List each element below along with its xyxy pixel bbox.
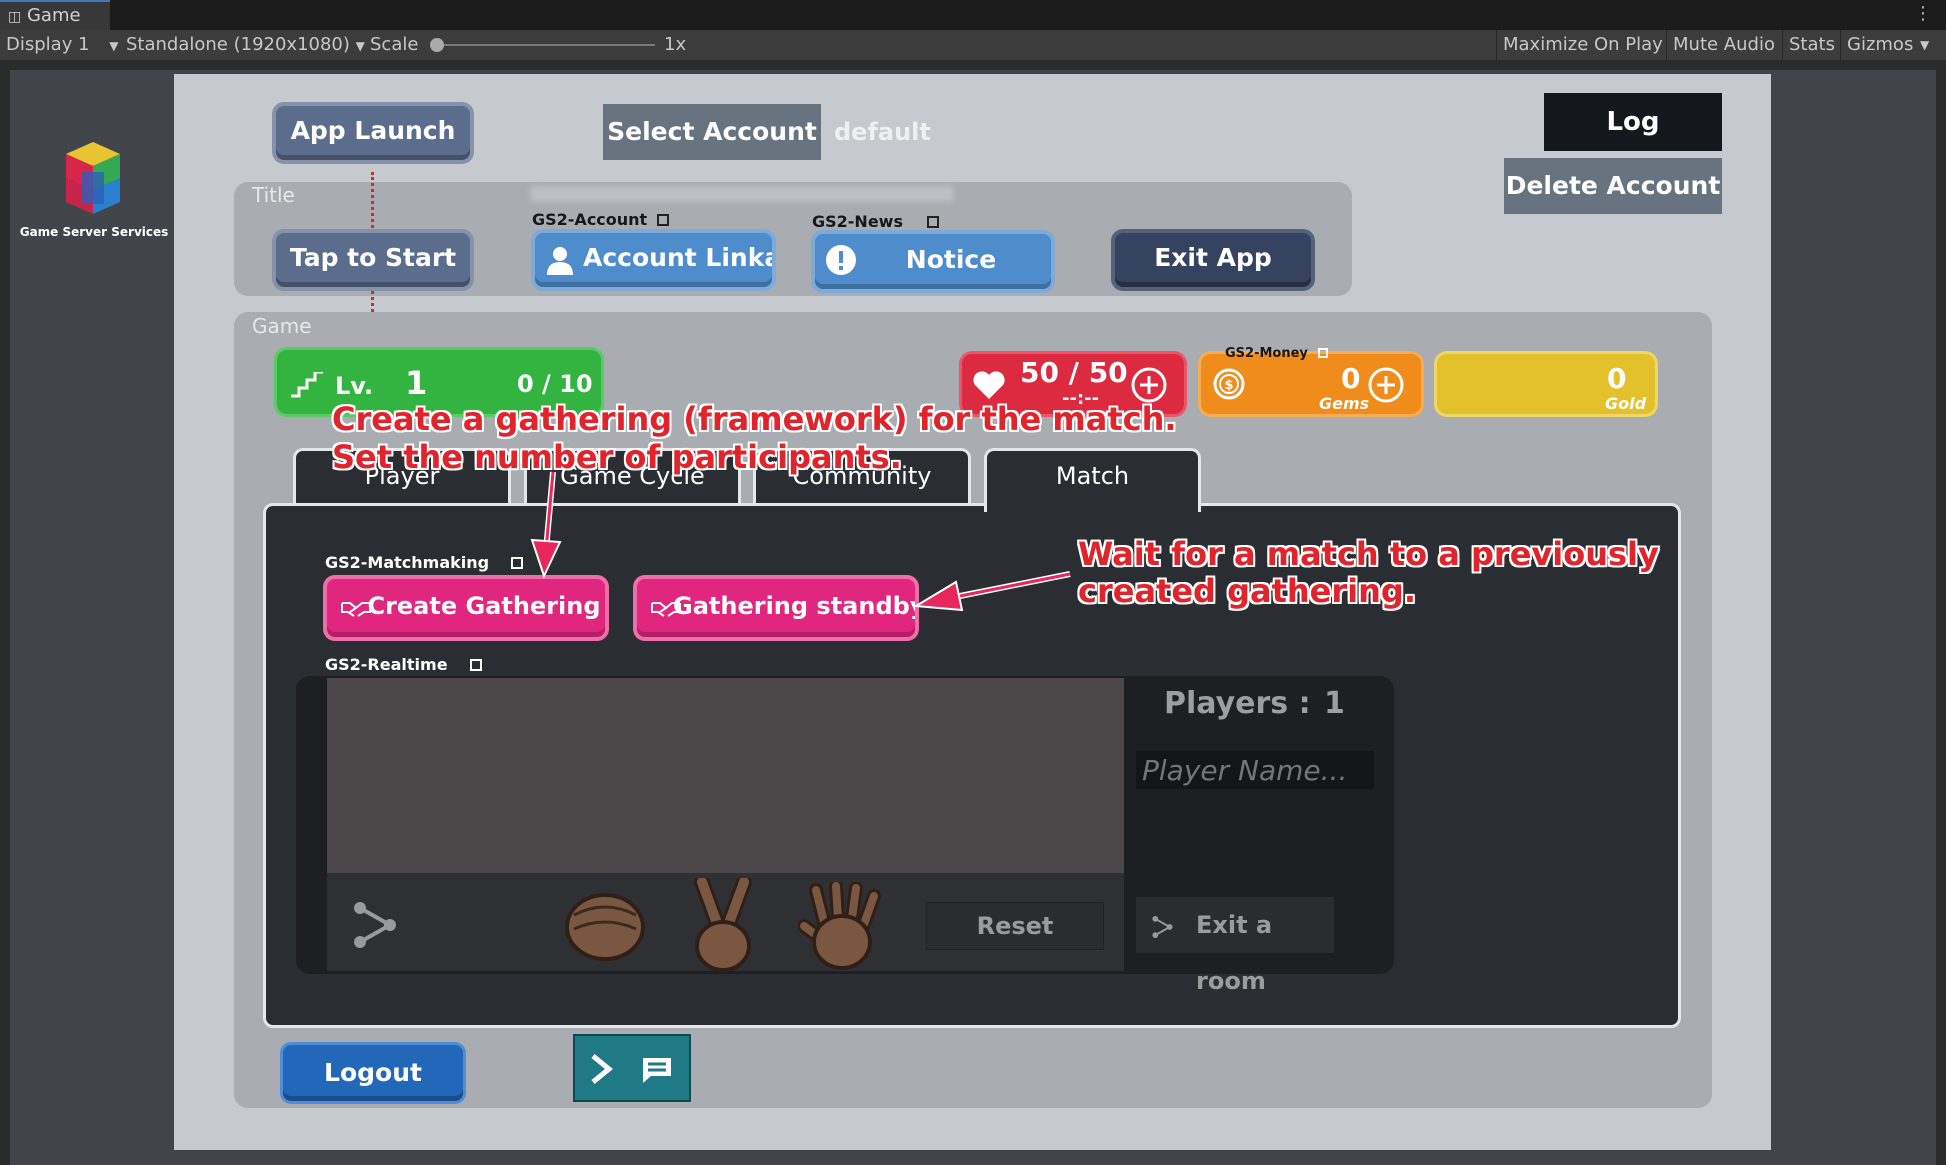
tab-match[interactable]: Match bbox=[984, 448, 1201, 512]
level-value: 1 bbox=[405, 364, 428, 402]
resolution-label: Standalone (1920x1080) bbox=[126, 34, 350, 55]
gems-panel: GS2-Money $ 0 Gems bbox=[1201, 346, 1421, 414]
annotation-standby-line1: Wait for a match to a previously bbox=[1078, 535, 1659, 573]
annotation-arrow-standby bbox=[912, 571, 1071, 612]
gs2-account-tag: GS2-Account bbox=[532, 210, 670, 229]
gathering-standby-button[interactable]: Gathering standby bbox=[637, 579, 915, 637]
gs2-logo-icon bbox=[66, 142, 120, 214]
stairs-icon bbox=[291, 372, 323, 398]
players-count: 1 bbox=[1324, 686, 1345, 721]
exp-value: 0 / 10 bbox=[517, 370, 593, 398]
share-icon[interactable] bbox=[350, 900, 398, 950]
gs2-matchmaking-tag-text: GS2-Matchmaking bbox=[325, 553, 490, 572]
create-gathering-label: Create Gathering bbox=[367, 592, 601, 620]
gizmos-toggle[interactable]: Gizmos bbox=[1840, 30, 1919, 60]
gold-value: 0 bbox=[1607, 362, 1627, 395]
exit-room-label: Exit a room bbox=[1196, 911, 1273, 995]
reset-button[interactable]: Reset bbox=[926, 902, 1104, 950]
resolution-dropdown[interactable]: Standalone (1920x1080) ▼ bbox=[126, 30, 365, 60]
annotation-arrow-create bbox=[530, 471, 562, 579]
select-account-button[interactable]: Select Account bbox=[603, 104, 821, 160]
display-dropdown[interactable]: Display 1 ▼ bbox=[6, 30, 119, 60]
editor-tab-bar bbox=[0, 0, 1946, 30]
gamepad-icon: ◫ bbox=[8, 9, 22, 25]
gathering-standby-label: Gathering standby bbox=[673, 592, 915, 620]
title-section-label: Title bbox=[252, 183, 295, 207]
gs2-news-tag: GS2-News bbox=[812, 212, 939, 231]
tap-to-start-button[interactable]: Tap to Start bbox=[276, 233, 470, 287]
plus-circle-icon[interactable] bbox=[1130, 366, 1168, 404]
gs2-account-tag-text: GS2-Account bbox=[532, 210, 648, 229]
scale-label: Scale bbox=[370, 34, 419, 55]
external-link-icon[interactable] bbox=[469, 659, 482, 671]
share-icon bbox=[1152, 915, 1173, 939]
exit-app-button[interactable]: Exit App bbox=[1115, 233, 1311, 287]
console-button[interactable] bbox=[573, 1034, 691, 1102]
handshake-icon bbox=[341, 602, 371, 617]
scissors-hand-icon[interactable] bbox=[688, 878, 758, 974]
notice-label: Notice bbox=[905, 245, 997, 274]
gold-label: Gold bbox=[1605, 394, 1647, 413]
game-toolbar: Display 1 ▼ Standalone (1920x1080) ▼ Sca… bbox=[0, 30, 1946, 60]
annotation-create-line2: Set the number of participants. bbox=[332, 438, 902, 476]
game-section-label: Game bbox=[252, 314, 312, 338]
gems-value: 0 bbox=[1341, 362, 1361, 395]
level-prefix: Lv. bbox=[335, 372, 374, 400]
chat-icon bbox=[643, 1058, 671, 1083]
stamina-value: 50 / 50 bbox=[1020, 356, 1128, 389]
external-link-icon[interactable] bbox=[657, 214, 670, 226]
svg-text:$: $ bbox=[1224, 378, 1233, 393]
annotation-standby-line2: created gathering. bbox=[1078, 572, 1416, 610]
account-linkage-button[interactable]: Account Linkage bbox=[535, 233, 772, 287]
room-display-area bbox=[327, 678, 1124, 873]
game-tab-label: Game bbox=[26, 5, 81, 26]
user-icon bbox=[547, 247, 573, 275]
handshake-icon bbox=[651, 602, 681, 617]
logout-button[interactable]: Logout bbox=[283, 1045, 463, 1101]
chevron-down-icon: ▼ bbox=[109, 39, 119, 53]
alert-icon bbox=[826, 245, 856, 275]
heart-icon bbox=[973, 371, 1005, 399]
plus-circle-icon[interactable] bbox=[1367, 366, 1405, 404]
gs2-money-tag-text: GS2-Money bbox=[1225, 346, 1308, 361]
gems-label: Gems bbox=[1319, 394, 1370, 413]
gizmos-chevron-down-icon[interactable]: ▼ bbox=[1920, 30, 1929, 60]
account-name: default bbox=[834, 118, 931, 146]
create-gathering-button[interactable]: Create Gathering bbox=[327, 579, 605, 637]
more-options-icon[interactable]: ⋮ bbox=[1914, 0, 1932, 28]
logo-text: Game Server Services bbox=[19, 225, 169, 239]
log-button[interactable]: Log bbox=[1544, 93, 1722, 151]
exit-room-button[interactable]: Exit a room bbox=[1136, 897, 1334, 995]
redacted-user-id bbox=[530, 186, 954, 202]
notice-button[interactable]: Notice bbox=[815, 234, 1051, 289]
players-label: Players : bbox=[1164, 686, 1311, 721]
paper-hand-icon[interactable] bbox=[798, 882, 890, 972]
external-link-icon[interactable] bbox=[1317, 348, 1328, 358]
terminal-icon bbox=[591, 1054, 613, 1084]
scale-value: 1x bbox=[664, 34, 687, 55]
player-name-input[interactable] bbox=[1136, 751, 1374, 789]
gs2-news-tag-text: GS2-News bbox=[812, 212, 903, 231]
mute-audio-toggle[interactable]: Mute Audio bbox=[1666, 30, 1781, 60]
account-linkage-label: Account Linkage bbox=[583, 243, 772, 272]
coin-icon: $ bbox=[1213, 368, 1245, 400]
display-label: Display 1 bbox=[6, 34, 90, 55]
maximize-on-play-toggle[interactable]: Maximize On Play bbox=[1496, 30, 1669, 60]
annotation-create-line1: Create a gathering (framework) for the m… bbox=[332, 400, 1177, 438]
scale-slider-handle[interactable] bbox=[430, 38, 444, 52]
scale-slider-track[interactable] bbox=[437, 44, 655, 46]
delete-account-button[interactable]: Delete Account bbox=[1504, 158, 1722, 214]
game-tab[interactable]: ◫ Game bbox=[0, 0, 110, 30]
gs2-matchmaking-tag: GS2-Matchmaking bbox=[325, 553, 524, 572]
rock-hand-icon[interactable] bbox=[562, 885, 648, 965]
chevron-down-icon: ▼ bbox=[355, 39, 365, 53]
gs2-realtime-tag: GS2-Realtime bbox=[325, 655, 482, 674]
stats-toggle[interactable]: Stats bbox=[1782, 30, 1841, 60]
gold-panel: 0 Gold bbox=[1437, 354, 1655, 414]
gs2-money-tag: GS2-Money bbox=[1225, 346, 1328, 361]
app-launch-button[interactable]: App Launch bbox=[276, 106, 470, 160]
gs2-realtime-tag-text: GS2-Realtime bbox=[325, 655, 448, 674]
external-link-icon[interactable] bbox=[926, 216, 939, 228]
